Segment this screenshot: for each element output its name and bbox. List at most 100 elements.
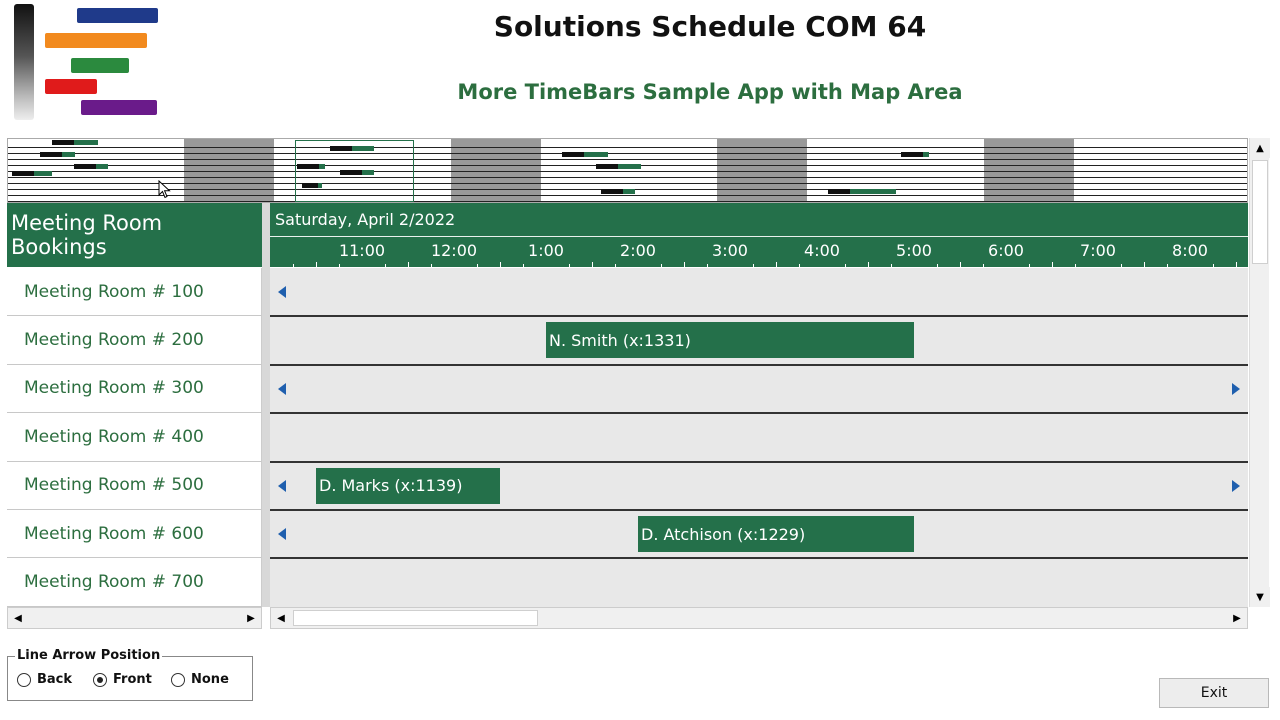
time-tick [500, 262, 501, 267]
booking-bar[interactable]: N. Smith (x:1331) [546, 322, 914, 359]
hour-label: 8:00 [1172, 241, 1208, 260]
time-tick [1052, 262, 1053, 267]
scroll-right-icon[interactable]: ▶ [1227, 608, 1247, 628]
scroll-right-icon[interactable]: ▶ [241, 608, 261, 628]
line-arrow-position-group: Line Arrow Position Back Front None [7, 648, 253, 701]
page-subtitle: More TimeBars Sample App with Map Area [457, 80, 963, 104]
timeline-header: Saturday, April 2/2022 11:00 12:00 1:00 2:0… [270, 203, 1248, 267]
time-tick [615, 264, 616, 267]
time-tick [753, 264, 754, 267]
radio-back-label: Back [37, 672, 73, 687]
time-tick [293, 264, 294, 267]
time-tick [891, 264, 892, 267]
map-booking-tag [562, 152, 584, 157]
logo-bar-purple [81, 100, 157, 115]
map-row-line [8, 153, 1247, 154]
time-tick [592, 262, 593, 267]
radio-none-indicator[interactable] [171, 672, 185, 687]
hour-label: 1:00 [528, 241, 564, 260]
radio-front-label: Front [113, 672, 152, 687]
map-row-line [8, 195, 1247, 196]
time-tick [1144, 262, 1145, 267]
time-tick [1236, 262, 1237, 267]
map-booking-tag [12, 171, 34, 176]
room-row-label[interactable]: Meeting Room # 700 [7, 558, 262, 607]
logo-bar-blue [77, 8, 158, 23]
mouse-cursor-icon [158, 180, 171, 199]
map-row-line [8, 183, 1247, 184]
row-arrow-right-icon[interactable] [1232, 479, 1240, 492]
radio-back-indicator[interactable] [17, 672, 31, 687]
booking-bar[interactable]: D. Marks (x:1139) [316, 467, 500, 504]
hour-label: 6:00 [988, 241, 1024, 260]
row-divider [270, 315, 1248, 318]
timeline-horizontal-scrollbar[interactable]: ◀ ▶ [270, 607, 1248, 629]
scroll-left-icon[interactable]: ◀ [8, 608, 28, 628]
map-booking-tag [40, 152, 62, 157]
radio-none[interactable]: None [171, 672, 229, 687]
row-arrow-left-icon[interactable] [278, 479, 286, 492]
hour-label: 11:00 [338, 241, 386, 260]
room-row-label[interactable]: Meeting Room # 500 [7, 461, 262, 510]
map-row-line [8, 159, 1247, 160]
room-row-label[interactable]: Meeting Room # 600 [7, 509, 262, 559]
time-tick [845, 264, 846, 267]
row-arrow-right-icon[interactable] [1232, 382, 1240, 395]
time-tick [431, 264, 432, 267]
map-row-line [8, 147, 1247, 148]
time-tick [684, 262, 685, 267]
booking-bar[interactable]: D. Atchison (x:1229) [638, 516, 914, 552]
grid-title: Meeting Room Bookings [7, 203, 262, 267]
vertical-scrollbar[interactable]: ▲ ▼ [1249, 138, 1270, 607]
hour-label: 3:00 [712, 241, 748, 260]
time-tick [1121, 264, 1122, 267]
time-tick [339, 264, 340, 267]
column-splitter[interactable] [262, 203, 270, 607]
time-tick [1029, 264, 1030, 267]
exit-button[interactable]: Exit [1159, 678, 1269, 708]
logo-bar-green [71, 58, 129, 73]
time-tick [316, 262, 317, 267]
row-arrow-left-icon[interactable] [278, 286, 286, 298]
hour-label: 5:00 [896, 241, 932, 260]
row-divider [270, 412, 1248, 415]
timeline-body[interactable]: N. Smith (x:1331) D. Marks (x:1139) D. Atc… [270, 268, 1248, 607]
radio-front-indicator[interactable] [93, 672, 107, 687]
row-arrow-left-icon[interactable] [278, 528, 286, 540]
map-row-line [8, 177, 1247, 178]
time-tick [523, 264, 524, 267]
time-tick [1167, 264, 1168, 267]
map-visible-window[interactable] [295, 140, 414, 202]
time-tick [960, 262, 961, 267]
hour-label: 7:00 [1080, 241, 1116, 260]
map-row-line [8, 201, 1247, 202]
time-tick [776, 262, 777, 267]
time-tick [1075, 264, 1076, 267]
room-row-label[interactable]: Meeting Room # 100 [7, 268, 262, 317]
vertical-scroll-thumb[interactable] [1252, 160, 1268, 264]
scroll-down-icon[interactable]: ▼ [1250, 587, 1270, 607]
time-tick [385, 264, 386, 267]
horizontal-scroll-thumb[interactable] [293, 610, 538, 626]
date-label: Saturday, April 2/2022 [275, 210, 456, 229]
time-tick [868, 262, 869, 267]
radio-back[interactable]: Back [17, 672, 72, 687]
scroll-up-icon[interactable]: ▲ [1250, 138, 1270, 158]
time-tick [983, 264, 984, 267]
map-booking-tag [52, 140, 74, 145]
hour-label: 4:00 [804, 241, 840, 260]
row-arrow-left-icon[interactable] [278, 382, 286, 395]
room-row-label[interactable]: Meeting Room # 300 [7, 364, 262, 414]
radio-front[interactable]: Front [93, 672, 152, 687]
room-row-label[interactable]: Meeting Room # 400 [7, 413, 262, 462]
timeline-map-area[interactable] [7, 138, 1248, 203]
scroll-left-icon[interactable]: ◀ [271, 608, 291, 628]
room-row-label[interactable]: Meeting Room # 200 [7, 316, 262, 365]
hour-label: 2:00 [620, 241, 656, 260]
row-divider [270, 363, 1248, 366]
time-tick [937, 264, 938, 267]
time-tick [408, 262, 409, 267]
hour-label: 12:00 [430, 241, 478, 260]
row-divider [270, 509, 1248, 511]
room-list-horizontal-scrollbar[interactable]: ◀ ▶ [7, 607, 262, 629]
